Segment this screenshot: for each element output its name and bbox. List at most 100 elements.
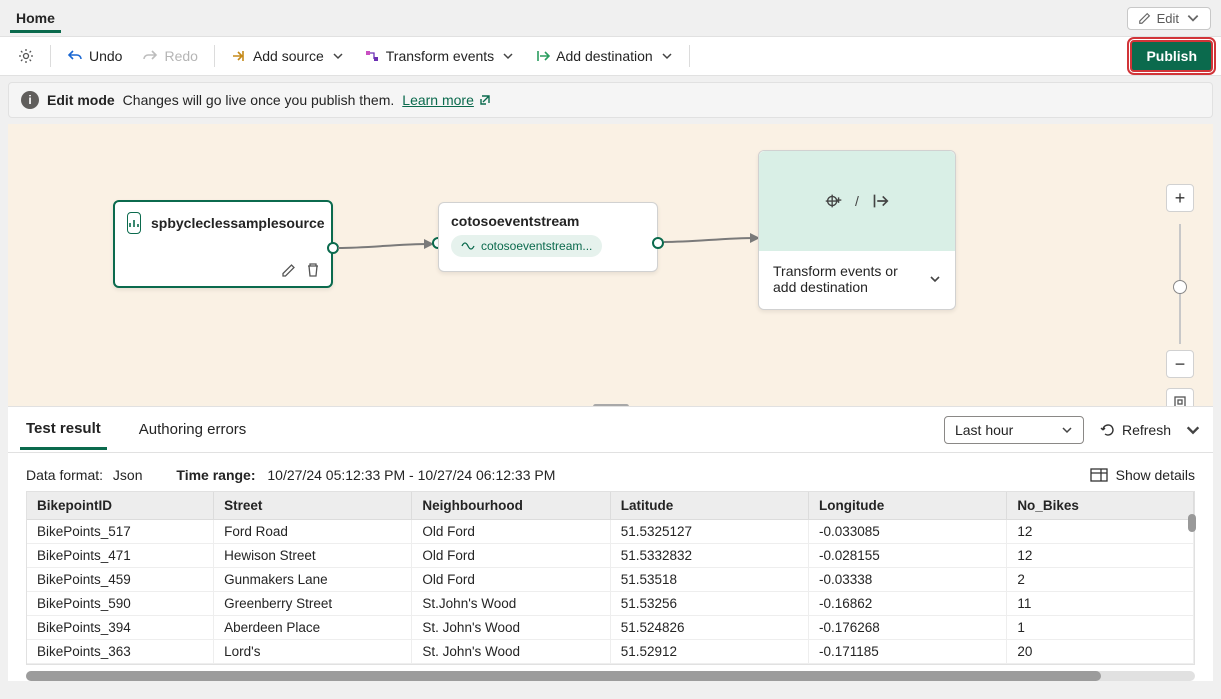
table-cell: St.John's Wood	[412, 592, 610, 616]
tab-home[interactable]: Home	[10, 4, 61, 33]
time-range-display: 10/27/24 05:12:33 PM - 10/27/24 06:12:33…	[267, 467, 555, 483]
table-cell: 1	[1007, 616, 1194, 640]
table-cell: 11	[1007, 592, 1194, 616]
edge	[664, 224, 764, 254]
add-destination-button[interactable]: Add destination	[524, 43, 683, 69]
table-cell: Lord's	[214, 640, 412, 664]
chevron-down-icon[interactable]	[929, 273, 941, 285]
column-header[interactable]: Longitude	[809, 492, 1007, 520]
table-row[interactable]: BikePoints_459Gunmakers LaneOld Ford51.5…	[27, 568, 1194, 592]
table-cell: 51.53518	[610, 568, 808, 592]
table-cell: 20	[1007, 640, 1194, 664]
details-icon	[1090, 468, 1108, 482]
learn-more-link[interactable]: Learn more	[402, 92, 492, 108]
undo-button[interactable]: Undo	[57, 43, 132, 69]
table-cell: St. John's Wood	[412, 616, 610, 640]
node-source[interactable]: spbycleclessamplesource	[113, 200, 333, 288]
zoom-slider[interactable]	[1179, 224, 1181, 344]
column-header[interactable]: BikepointID	[27, 492, 214, 520]
trash-icon[interactable]	[305, 262, 321, 278]
transform-icon	[364, 48, 380, 64]
show-details-button[interactable]: Show details	[1090, 467, 1195, 483]
table-cell: 2	[1007, 568, 1194, 592]
redo-label: Redo	[164, 48, 197, 64]
tab-authoring-errors[interactable]: Authoring errors	[133, 411, 253, 448]
external-link-icon	[478, 93, 492, 107]
arrow-right-out-icon	[869, 190, 891, 212]
publish-button[interactable]: Publish	[1130, 40, 1213, 72]
table-cell: -0.16862	[809, 592, 1007, 616]
settings-button[interactable]	[8, 43, 44, 69]
undo-label: Undo	[89, 48, 122, 64]
table-row[interactable]: BikePoints_394Aberdeen PlaceSt. John's W…	[27, 616, 1194, 640]
table-cell: 51.5332832	[610, 544, 808, 568]
edit-view-toggle[interactable]: Edit	[1127, 7, 1211, 30]
fit-icon	[1173, 395, 1187, 406]
table-cell: BikePoints_363	[27, 640, 214, 664]
chevron-down-icon	[502, 50, 514, 62]
column-header[interactable]: Street	[214, 492, 412, 520]
pencil-icon[interactable]	[281, 262, 297, 278]
redo-button[interactable]: Redo	[132, 43, 207, 69]
zoom-slider-thumb[interactable]	[1173, 280, 1187, 294]
table-row[interactable]: BikePoints_471Hewison StreetOld Ford51.5…	[27, 544, 1194, 568]
fit-to-screen-button[interactable]	[1166, 388, 1194, 406]
table-cell: Old Ford	[412, 544, 610, 568]
add-source-button[interactable]: Add source	[221, 43, 354, 69]
chevron-down-icon	[1186, 11, 1200, 25]
node-destination-placeholder[interactable]: / Transform events or add destination	[758, 150, 956, 310]
table-row[interactable]: BikePoints_363Lord'sSt. John's Wood51.52…	[27, 640, 1194, 664]
arrow-right-in-icon	[231, 48, 247, 64]
zoom-in-button[interactable]: +	[1166, 184, 1194, 212]
table-cell: Old Ford	[412, 520, 610, 544]
pencil-icon	[1138, 11, 1152, 25]
table-cell: 12	[1007, 544, 1194, 568]
column-header[interactable]: Neighbourhood	[412, 492, 610, 520]
table-cell: 51.53256	[610, 592, 808, 616]
stream-pill[interactable]: cotosoeventstream...	[451, 235, 602, 257]
table-cell: 12	[1007, 520, 1194, 544]
stream-pill-label: cotosoeventstream...	[481, 239, 592, 253]
table-cell: Hewison Street	[214, 544, 412, 568]
column-header[interactable]: Latitude	[610, 492, 808, 520]
node-source-title: spbycleclessamplesource	[151, 215, 325, 231]
table-row[interactable]: BikePoints_517Ford RoadOld Ford51.532512…	[27, 520, 1194, 544]
refresh-button[interactable]: Refresh	[1100, 422, 1171, 438]
panel-resize-handle[interactable]	[593, 404, 629, 406]
table-cell: Ford Road	[214, 520, 412, 544]
refresh-label: Refresh	[1122, 422, 1171, 438]
bottom-panel: Test result Authoring errors Last hour R…	[8, 406, 1213, 681]
table-cell: -0.03338	[809, 568, 1007, 592]
transform-events-button[interactable]: Transform events	[354, 43, 524, 69]
node-stream-title: cotosoeventstream	[451, 213, 645, 229]
edge	[338, 236, 438, 260]
horizontal-scrollbar-thumb[interactable]	[26, 671, 1101, 681]
column-header[interactable]: No_Bikes	[1007, 492, 1194, 520]
port-output[interactable]	[327, 242, 339, 254]
result-table: BikepointID Street Neighbourhood Latitud…	[26, 491, 1195, 665]
table-cell: BikePoints_394	[27, 616, 214, 640]
table-row[interactable]: BikePoints_590Greenberry StreetSt.John's…	[27, 592, 1194, 616]
edit-view-label: Edit	[1157, 11, 1179, 26]
node-stream[interactable]: cotosoeventstream cotosoeventstream...	[438, 202, 658, 272]
chevron-down-icon[interactable]	[1185, 422, 1201, 438]
dest-caption: Transform events or add destination	[773, 263, 913, 295]
pipeline-canvas[interactable]: spbycleclessamplesource cotosoeventstrea…	[8, 124, 1213, 406]
tab-test-result[interactable]: Test result	[20, 410, 107, 450]
port-output[interactable]	[652, 237, 664, 249]
chevron-down-icon	[332, 50, 344, 62]
zoom-out-button[interactable]: −	[1166, 350, 1194, 378]
show-details-label: Show details	[1116, 467, 1195, 483]
banner-message: Changes will go live once you publish th…	[123, 92, 395, 108]
table-cell: St. John's Wood	[412, 640, 610, 664]
toolbar-separator	[689, 45, 690, 67]
horizontal-scrollbar[interactable]	[26, 671, 1195, 681]
vertical-scrollbar-thumb[interactable]	[1188, 514, 1196, 532]
table-cell: -0.033085	[809, 520, 1007, 544]
zoom-controls: + −	[1165, 184, 1195, 406]
info-icon: i	[21, 91, 39, 109]
table-cell: Gunmakers Lane	[214, 568, 412, 592]
table-cell: BikePoints_590	[27, 592, 214, 616]
time-range-dropdown[interactable]: Last hour	[944, 416, 1084, 444]
data-format-label: Data format:	[26, 467, 103, 483]
